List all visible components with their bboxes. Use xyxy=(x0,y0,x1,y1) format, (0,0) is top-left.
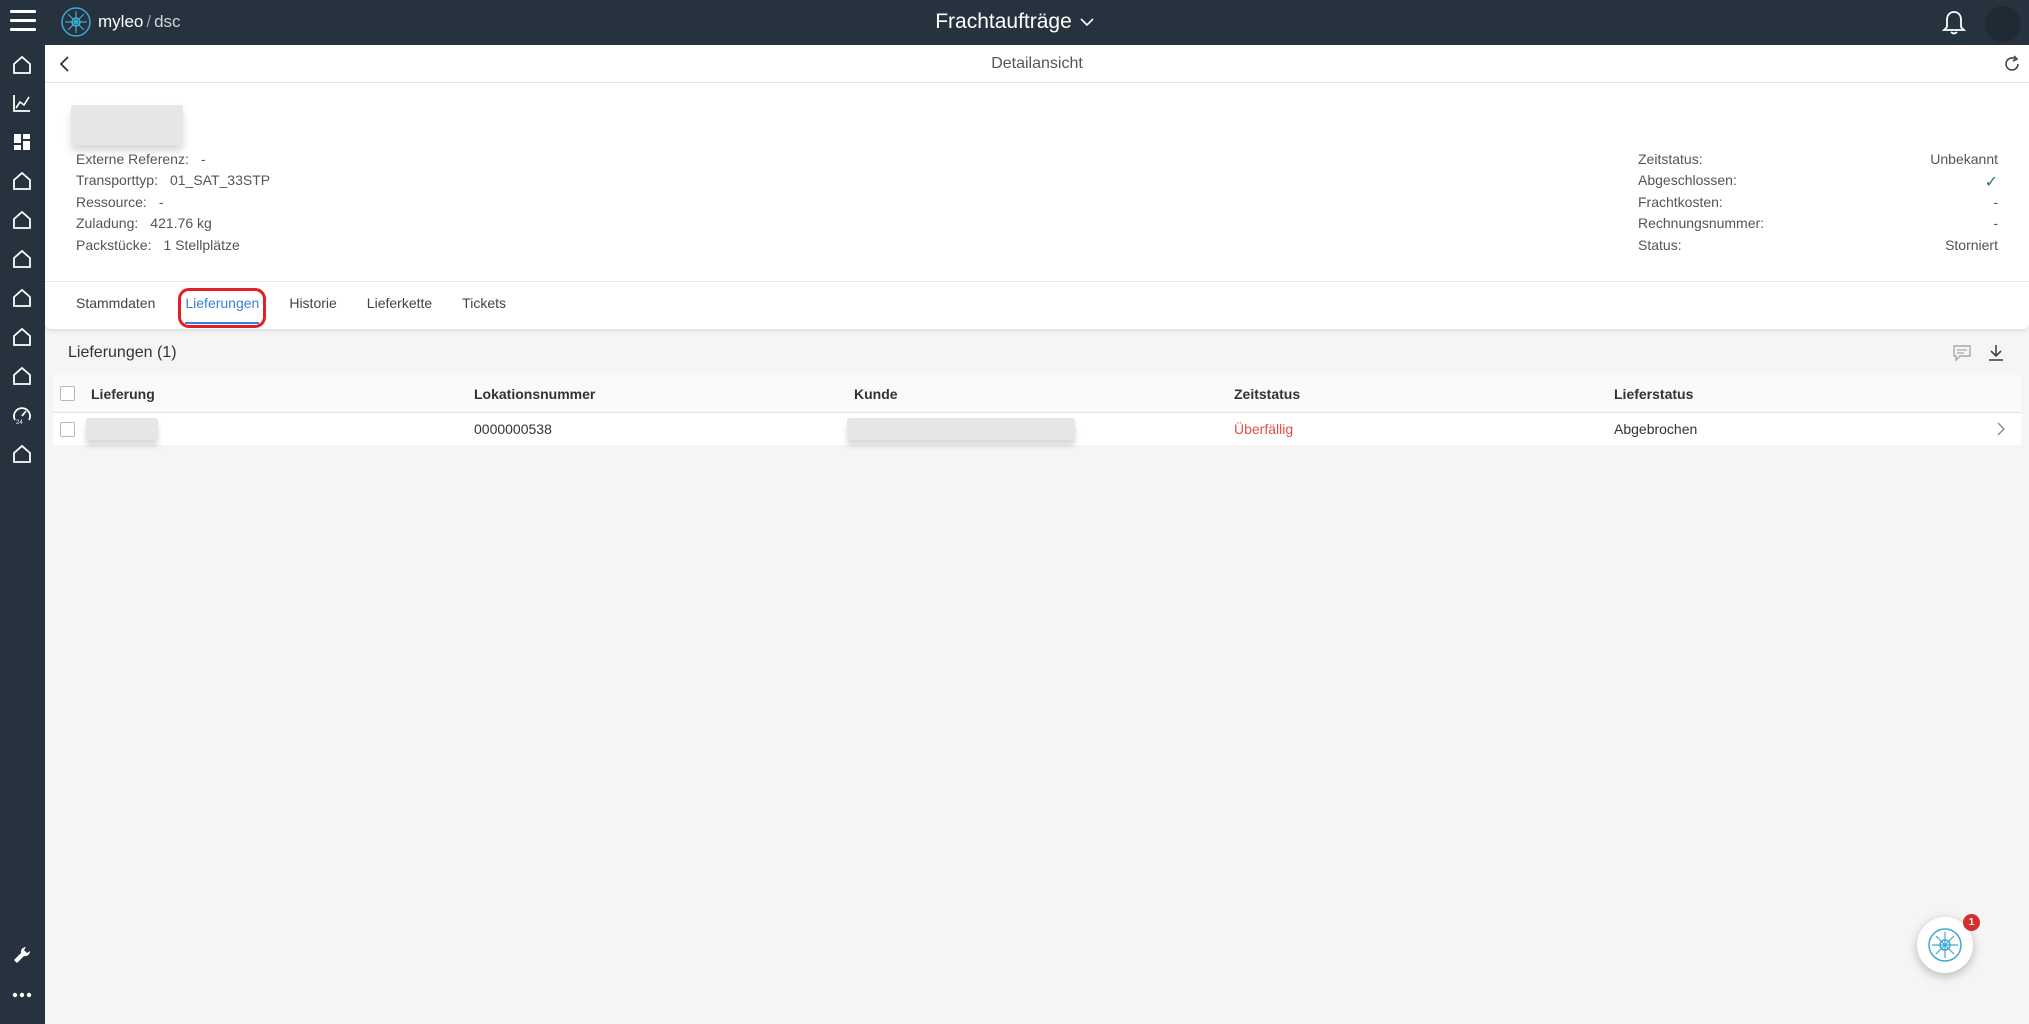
info-left: Externe Referenz: - Transporttyp: 01_SAT_3… xyxy=(76,151,270,258)
label-zeitstatus: Zeitstatus: xyxy=(1638,151,1703,167)
redacted-lieferung xyxy=(86,418,158,440)
tab-lieferungen[interactable]: Lieferungen xyxy=(178,288,267,328)
detail-title: Detailansicht xyxy=(991,55,1083,72)
list-actions xyxy=(1952,343,2006,363)
value-transporttyp: 01_SAT_33STP xyxy=(169,172,271,189)
table-row[interactable]: 0000000538 Überfällig Abgebrochen xyxy=(53,413,2021,445)
value-zeitstatus: Unbekannt xyxy=(1930,151,1998,167)
sidebar-home-icon-6[interactable] xyxy=(8,323,36,351)
bell-icon[interactable] xyxy=(1942,10,1966,36)
info-card: Externe Referenz: - Transporttyp: 01_SAT_3… xyxy=(45,83,2029,329)
column-lokationsnummer[interactable]: Lokationsnummer xyxy=(474,386,854,402)
sidebar-chart-icon[interactable] xyxy=(8,89,36,117)
download-icon[interactable] xyxy=(1986,343,2006,363)
chevron-right-icon[interactable] xyxy=(1995,422,2007,436)
svg-text:24: 24 xyxy=(16,420,23,425)
value-rechnungsnummer: - xyxy=(1993,215,1998,232)
sidebar-dashboard-icon[interactable] xyxy=(8,128,36,156)
value-externe-referenz: - xyxy=(200,151,206,167)
cell-zeitstatus: Überfällig xyxy=(1234,421,1294,437)
app-title: Frachtaufträge xyxy=(935,10,1072,33)
column-zeitstatus[interactable]: Zeitstatus xyxy=(1234,386,1614,402)
sidebar-home-icon-8[interactable] xyxy=(8,440,36,468)
tab-lieferkette[interactable]: Lieferkette xyxy=(367,295,432,321)
sidebar: 24 xyxy=(0,45,45,1024)
redacted-id xyxy=(71,105,183,145)
tab-stammdaten[interactable]: Stammdaten xyxy=(76,295,155,321)
more-icon[interactable] xyxy=(8,981,36,1009)
tab-bar: Stammdaten Lieferungen Historie Lieferke… xyxy=(76,288,536,328)
info-right: Zeitstatus: Unbekannt Abgeschlossen: ✓ Fra… xyxy=(1638,151,1998,258)
tab-historie[interactable]: Historie xyxy=(289,295,336,321)
detail-header: Detailansicht xyxy=(45,45,2029,83)
sidebar-home-icon[interactable] xyxy=(8,51,36,79)
notification-badge: 1 xyxy=(1963,914,1980,931)
cell-lieferstatus: Abgebrochen xyxy=(1614,421,1698,437)
label-rechnungsnummer: Rechnungsnummer: xyxy=(1638,215,1765,232)
label-packstuecke: Packstücke: xyxy=(76,236,152,253)
list-title: Lieferungen (1) xyxy=(68,344,177,361)
column-lieferung[interactable]: Lieferung xyxy=(91,386,474,402)
column-kunde[interactable]: Kunde xyxy=(854,386,1234,402)
sidebar-home-icon-7[interactable] xyxy=(8,362,36,390)
app-title-dropdown[interactable]: Frachtaufträge xyxy=(935,10,1094,34)
check-icon: ✓ xyxy=(1984,174,1998,192)
value-status: Storniert xyxy=(1945,236,1998,253)
value-frachtkosten: - xyxy=(1993,193,1998,210)
label-abgeschlossen: Abgeschlossen: xyxy=(1638,172,1737,189)
label-ressource: Ressource: xyxy=(76,193,147,210)
cell-lokationsnummer: 0000000538 xyxy=(474,421,552,437)
top-bar: myleo / dsc Frachtaufträge xyxy=(0,0,2029,45)
sidebar-home-icon-3[interactable] xyxy=(8,206,36,234)
comment-icon[interactable] xyxy=(1952,343,1972,363)
redacted-kunde xyxy=(847,418,1075,440)
label-frachtkosten: Frachtkosten: xyxy=(1638,193,1723,210)
sidebar-home-icon-4[interactable] xyxy=(8,245,36,273)
avatar[interactable] xyxy=(1985,6,2021,42)
refresh-icon[interactable] xyxy=(2002,54,2022,74)
row-checkbox[interactable] xyxy=(60,421,75,437)
label-status: Status: xyxy=(1638,236,1682,253)
divider xyxy=(45,281,2029,282)
sidebar-home-icon-5[interactable] xyxy=(8,284,36,312)
wrench-icon[interactable] xyxy=(8,941,36,969)
table-header: Lieferung Lokationsnummer Kunde Zeitstat… xyxy=(53,375,2021,413)
value-zuladung: 421.76 kg xyxy=(150,215,212,232)
deliveries-table: Lieferung Lokationsnummer Kunde Zeitstat… xyxy=(53,375,2021,445)
assistant-icon xyxy=(1928,928,1962,962)
chevron-down-icon xyxy=(1080,18,1094,27)
sidebar-speedometer-icon[interactable]: 24 xyxy=(8,401,36,429)
sidebar-home-icon-2[interactable] xyxy=(8,167,36,195)
value-packstuecke: 1 Stellplätze xyxy=(163,236,240,253)
tab-tickets[interactable]: Tickets xyxy=(462,295,506,321)
value-ressource: - xyxy=(158,193,164,210)
label-transporttyp: Transporttyp: xyxy=(76,172,158,189)
select-all-checkbox[interactable] xyxy=(60,386,75,401)
label-zuladung: Zuladung: xyxy=(76,215,139,232)
label-externe-referenz: Externe Referenz: xyxy=(76,151,189,167)
column-lieferstatus[interactable]: Lieferstatus xyxy=(1614,386,1994,402)
